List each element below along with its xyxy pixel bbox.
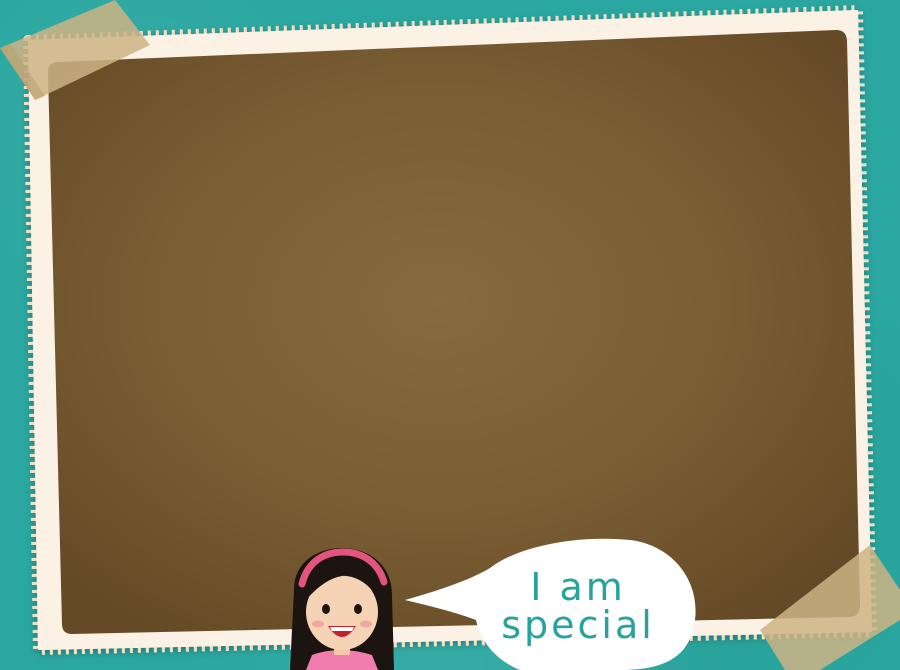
speech-line-1: I am: [530, 565, 626, 609]
photo-frame-illustration: [0, 0, 900, 670]
brown-board: [48, 30, 860, 634]
speech-line-2: special: [501, 603, 655, 647]
speech-bubble-text: I am special: [478, 568, 678, 644]
girl-with-pink-headband-icon: [290, 548, 394, 670]
